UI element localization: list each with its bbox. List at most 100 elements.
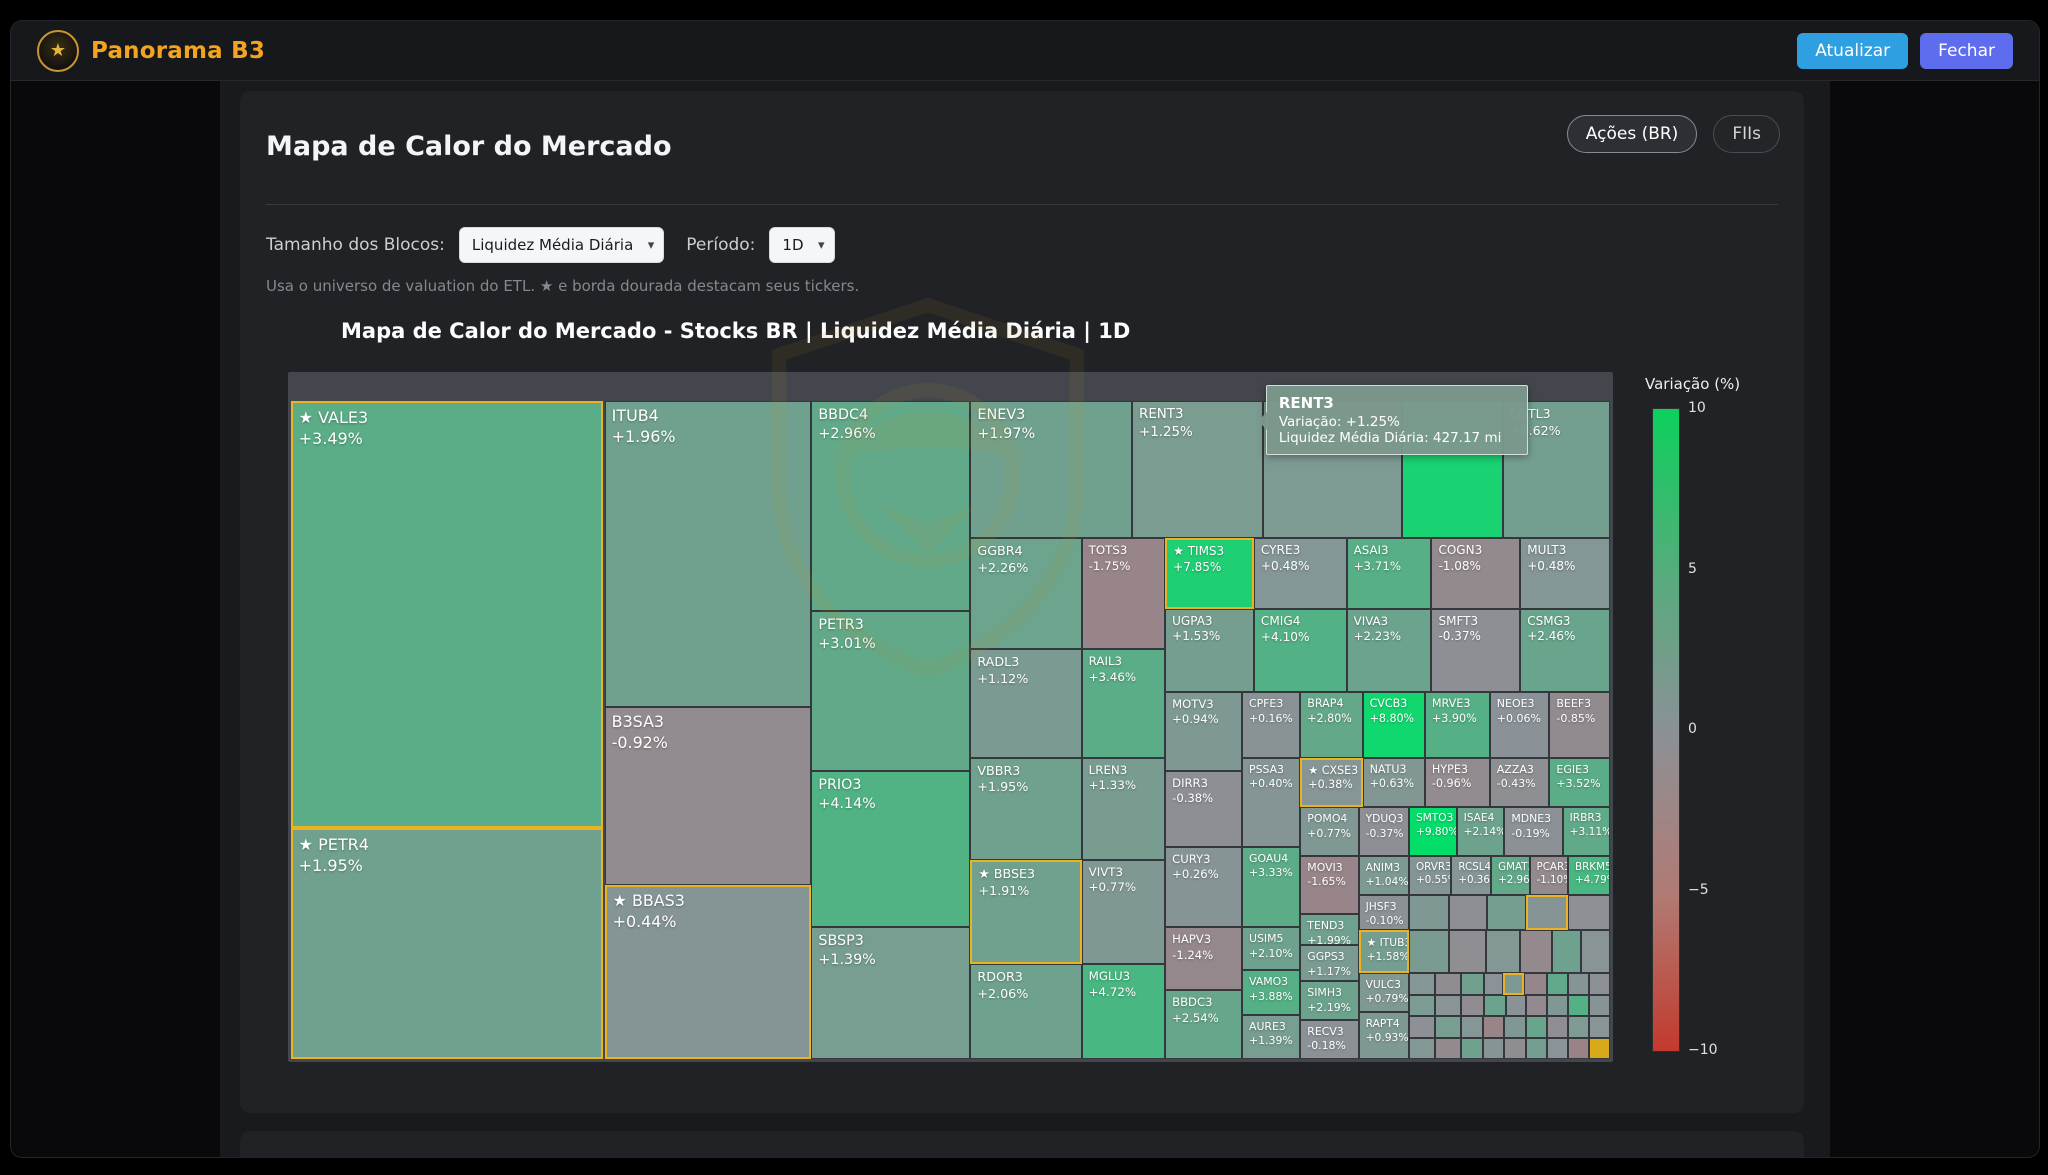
fechar-button[interactable]: Fechar — [1920, 33, 2013, 69]
treemap-tile-small[interactable] — [1520, 930, 1552, 973]
tab-acoes-br[interactable]: Ações (BR) — [1567, 115, 1698, 153]
treemap-tile-CSMG3[interactable]: CSMG3+2.46% — [1520, 609, 1610, 692]
treemap-tile-small[interactable] — [1547, 1016, 1568, 1037]
treemap-tile-small[interactable] — [1484, 973, 1503, 995]
treemap-tile-RDOR3[interactable]: RDOR3+2.06% — [970, 964, 1081, 1059]
treemap-tile-small[interactable] — [1526, 895, 1568, 930]
treemap-tile-GGPS3[interactable]: GGPS3+1.17% — [1300, 945, 1358, 981]
treemap-tile-HAPV3[interactable]: HAPV3-1.24% — [1165, 927, 1242, 990]
treemap-tile-small[interactable] — [1461, 995, 1485, 1016]
treemap-tile-VULC3[interactable]: VULC3+0.79% — [1359, 973, 1409, 1012]
treemap-tile-small[interactable] — [1547, 1038, 1568, 1059]
treemap-tile-small[interactable] — [1504, 1038, 1525, 1059]
treemap-tile-small[interactable] — [1568, 995, 1589, 1016]
treemap-tile-CPFE3[interactable]: CPFE3+0.16% — [1242, 692, 1300, 758]
treemap-tile-small[interactable] — [1409, 895, 1449, 930]
treemap-tile-small[interactable] — [1409, 995, 1436, 1016]
treemap-tile-small[interactable] — [1449, 930, 1486, 973]
treemap-tile-ITUB3[interactable]: ★ ITUB3+1.58% — [1359, 930, 1409, 973]
treemap-tile-small[interactable] — [1589, 973, 1610, 995]
treemap-tile-TIMS3[interactable]: ★ TIMS3+7.85% — [1165, 538, 1254, 608]
treemap-tile-small[interactable] — [1483, 1038, 1504, 1059]
treemap-tile-SMFT3[interactable]: SMFT3-0.37% — [1431, 609, 1520, 692]
treemap-tile-small[interactable] — [1568, 895, 1610, 930]
treemap-tile-small[interactable] — [1524, 973, 1547, 995]
treemap-tile-small[interactable] — [1547, 995, 1568, 1016]
treemap-tile-CURY3[interactable]: CURY3+0.26% — [1165, 847, 1242, 928]
period-select[interactable]: 1D ▾ — [769, 227, 834, 263]
treemap-tile-small[interactable] — [1435, 973, 1460, 995]
treemap-tile-small[interactable] — [1503, 973, 1524, 995]
treemap-tile-GMAT3[interactable]: GMAT3+2.96% — [1491, 856, 1529, 895]
treemap-tile-small[interactable] — [1526, 1038, 1547, 1059]
treemap-tile-small[interactable] — [1409, 930, 1449, 973]
treemap-tile-small[interactable] — [1461, 1016, 1484, 1037]
treemap-tile-PRIO3[interactable]: PRIO3+4.14% — [811, 771, 970, 928]
treemap-tile-PETR3[interactable]: PETR3+3.01% — [811, 611, 970, 770]
treemap-tile-ASAI3[interactable]: ASAI3+3.71% — [1347, 538, 1432, 608]
treemap-tile-VAMO3[interactable]: VAMO3+3.88% — [1242, 970, 1300, 1015]
treemap-tile-small[interactable] — [1483, 1016, 1504, 1037]
treemap-tile-small[interactable] — [1435, 995, 1460, 1016]
treemap-tile-CYRE3[interactable]: CYRE3+0.48% — [1254, 538, 1347, 608]
treemap-tile-small[interactable] — [1568, 973, 1589, 995]
treemap-tile-HYPE3[interactable]: HYPE3-0.96% — [1425, 758, 1490, 808]
treemap-tile-VIVT3[interactable]: VIVT3+0.77% — [1082, 860, 1165, 964]
treemap-tile-NATU3[interactable]: NATU3+0.63% — [1363, 758, 1425, 808]
treemap-tile-small[interactable] — [1568, 1038, 1589, 1059]
treemap-tile-small[interactable] — [1409, 973, 1436, 995]
treemap-tile-ORVR3[interactable]: ORVR3+0.55% — [1409, 856, 1451, 895]
treemap-tile-BRKM5[interactable]: BRKM5+4.79% — [1568, 856, 1610, 895]
treemap-tile-BBSE3[interactable]: ★ BBSE3+1.91% — [970, 860, 1081, 964]
treemap-tile-small[interactable] — [1568, 1016, 1589, 1037]
treemap-tile-LREN3[interactable]: LREN3+1.33% — [1082, 758, 1165, 860]
treemap-tile-BBAS3[interactable]: ★ BBAS3+0.44% — [605, 885, 812, 1059]
treemap-tile-IRBR3[interactable]: IRBR3+3.11% — [1563, 807, 1611, 855]
treemap-tile-SMTO3[interactable]: SMTO3+9.80% — [1409, 807, 1457, 855]
treemap-tile-TEND3[interactable]: TEND3+1.99% — [1300, 914, 1358, 945]
treemap-tile-ITUB4[interactable]: ITUB4+1.96% — [605, 401, 812, 707]
treemap-tile-TOTS3[interactable]: TOTS3-1.75% — [1082, 538, 1165, 649]
treemap-tile-VIVA3[interactable]: VIVA3+2.23% — [1347, 609, 1432, 692]
treemap-tile-small[interactable] — [1409, 1038, 1436, 1059]
treemap-tile-AURE3[interactable]: AURE3+1.39% — [1242, 1015, 1300, 1059]
treemap-tile-CVCB3[interactable]: CVCB3+8.80% — [1363, 692, 1425, 758]
treemap-tile-BRAP4[interactable]: BRAP4+2.80% — [1300, 692, 1362, 758]
treemap-tile-small[interactable] — [1461, 1038, 1484, 1059]
treemap-tile-RECV3[interactable]: RECV3-0.18% — [1300, 1020, 1358, 1059]
treemap-tile-small[interactable] — [1449, 895, 1487, 930]
treemap-tile-YDUQ3[interactable]: YDUQ3-0.37% — [1359, 807, 1409, 855]
treemap-tile-POMO4[interactable]: POMO4+0.77% — [1300, 807, 1358, 855]
treemap-tile-PETR4[interactable]: ★ PETR4+1.95% — [291, 828, 604, 1059]
treemap-tile-PCAR3[interactable]: PCAR3-1.10% — [1530, 856, 1568, 895]
treemap-tile-B3SA3[interactable]: B3SA3-0.92% — [605, 707, 812, 886]
treemap-tile-BEEF3[interactable]: BEEF3-0.85% — [1549, 692, 1610, 758]
treemap-tile-GOAU4[interactable]: GOAU4+3.33% — [1242, 847, 1300, 928]
treemap-tile-MDNE3[interactable]: MDNE3-0.19% — [1504, 807, 1562, 855]
treemap-tile-JHSF3[interactable]: JHSF3-0.10% — [1359, 895, 1409, 930]
treemap-tile-PSSA3[interactable]: PSSA3+0.40% — [1242, 758, 1300, 847]
treemap-tile-COGN3[interactable]: COGN3-1.08% — [1431, 538, 1520, 608]
treemap-tile-MOTV3[interactable]: MOTV3+0.94% — [1165, 692, 1242, 771]
block-size-select[interactable]: Liquidez Média Diária ▾ — [459, 227, 664, 263]
treemap-tile-BBDC4[interactable]: BBDC4+2.96% — [811, 401, 970, 611]
treemap-tile-ANIM3[interactable]: ANIM3+1.04% — [1359, 856, 1409, 895]
treemap-tile-AZZA3[interactable]: AZZA3-0.43% — [1490, 758, 1550, 808]
treemap-tile-CXSE3[interactable]: ★ CXSE3+0.38% — [1300, 758, 1362, 808]
treemap-tile-small[interactable] — [1552, 930, 1581, 973]
treemap-tile-MGLU3[interactable]: MGLU3+4.72% — [1082, 964, 1165, 1059]
treemap-tile-RENT3[interactable]: RENT3+1.25% — [1132, 401, 1263, 538]
treemap-tile-small[interactable] — [1504, 1016, 1525, 1037]
treemap-tile-small[interactable] — [1506, 995, 1526, 1016]
treemap-tile-VALE3[interactable]: ★ VALE3+3.49% — [291, 401, 604, 828]
treemap-tile-small[interactable] — [1589, 995, 1610, 1016]
treemap-tile-BBDC3[interactable]: BBDC3+2.54% — [1165, 990, 1242, 1059]
treemap-tile-UGPA3[interactable]: UGPA3+1.53% — [1165, 609, 1254, 692]
treemap-tile-small[interactable] — [1589, 1016, 1610, 1037]
treemap-tile-USIM5[interactable]: USIM5+2.10% — [1242, 927, 1300, 970]
treemap-tile-small[interactable] — [1435, 1016, 1460, 1037]
treemap-tile-ISAE4[interactable]: ISAE4+2.14% — [1457, 807, 1505, 855]
treemap-tile-small[interactable] — [1461, 973, 1485, 995]
treemap-tile-NEOE3[interactable]: NEOE3+0.06% — [1490, 692, 1550, 758]
treemap-tile-small[interactable] — [1581, 930, 1610, 973]
